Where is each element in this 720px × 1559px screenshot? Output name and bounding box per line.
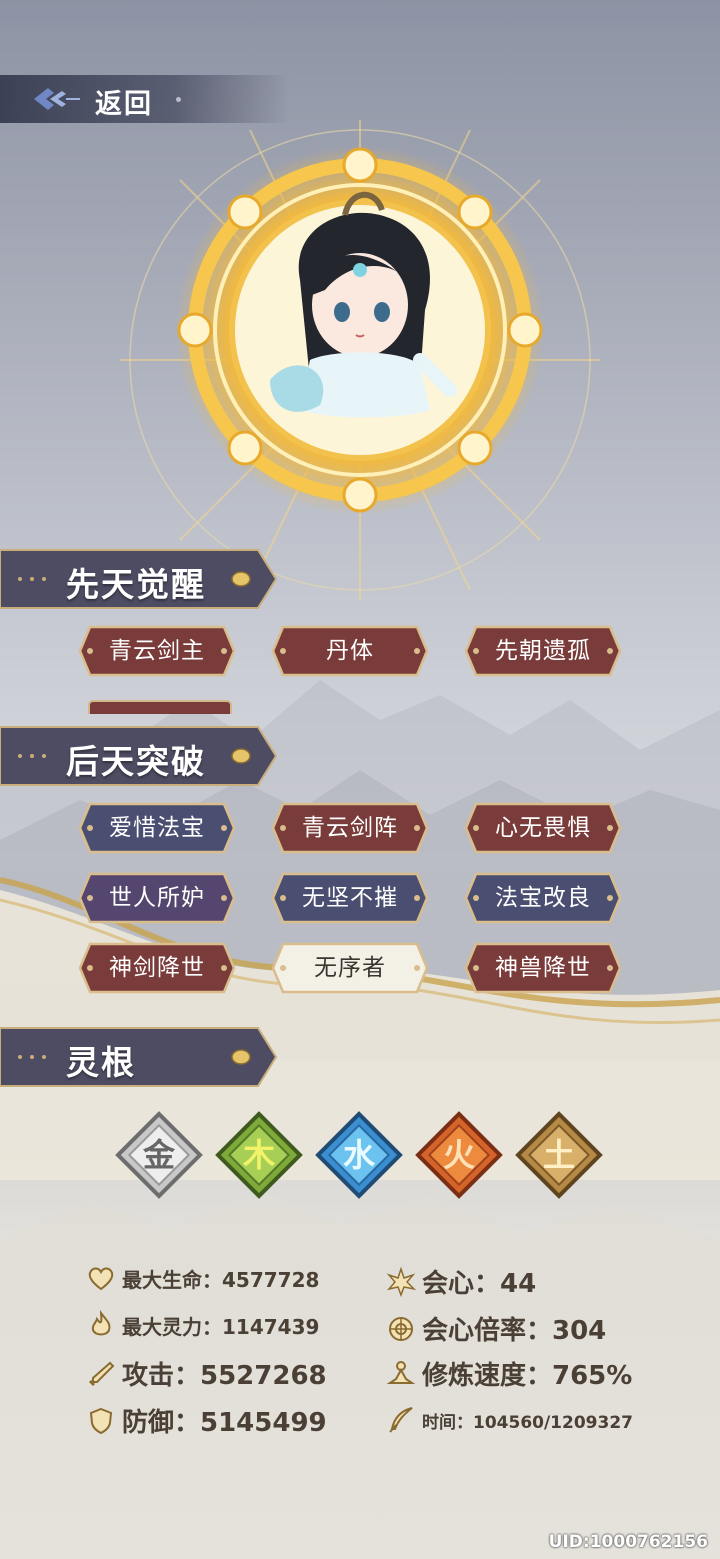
innate-tag[interactable]: 丹体: [271, 624, 429, 678]
wood-root-icon[interactable]: 木: [212, 1108, 306, 1202]
acquired-tag[interactable]: 神兽降世: [464, 941, 622, 995]
innate-tag[interactable]: 青云剑主: [78, 624, 236, 678]
section-header-innate: 先天觉醒: [0, 548, 278, 610]
character-portrait[interactable]: [120, 120, 600, 600]
heart-icon: [88, 1267, 114, 1291]
acquired-tag[interactable]: 青云剑阵: [271, 801, 429, 855]
back-arrow-icon: [34, 88, 80, 110]
feather-icon: [389, 1407, 413, 1433]
meditation-icon: [386, 1360, 416, 1384]
earth-root-icon[interactable]: 土: [512, 1108, 606, 1202]
stat-max-mana: 最大灵力：1147439: [86, 1310, 319, 1340]
acquired-tag[interactable]: 无序者: [271, 941, 429, 995]
stat-max-hp: 最大生命：4577728: [86, 1263, 319, 1293]
back-label: 返回: [95, 89, 153, 120]
back-dot: [176, 97, 181, 102]
metal-root-icon[interactable]: 金: [112, 1108, 206, 1202]
target-icon: [389, 1316, 413, 1341]
burst-icon: [386, 1266, 416, 1297]
acquired-tag[interactable]: 无坚不摧: [271, 871, 429, 925]
section-title: 先天觉醒: [66, 565, 206, 604]
stat-cultivation-speed: 修炼速度：765%: [386, 1355, 632, 1392]
back-bar[interactable]: 返回: [0, 75, 290, 123]
stat-attack: 攻击：5527268: [86, 1355, 327, 1392]
innate-tag[interactable]: 先朝遗孤: [464, 624, 622, 678]
section-title: 后天突破: [66, 742, 206, 781]
uid-label: UID:1000762156: [548, 1532, 708, 1552]
acquired-tag[interactable]: 神剑降世: [78, 941, 236, 995]
stat-crit-rate: 会心倍率：304: [386, 1310, 606, 1347]
acquired-tag[interactable]: 爱惜法宝: [78, 801, 236, 855]
stat-defense: 防御：5145499: [86, 1402, 327, 1439]
section-title: 灵根: [66, 1043, 136, 1082]
acquired-tag[interactable]: 法宝改良: [464, 871, 622, 925]
acquired-tag[interactable]: 世人所妒: [78, 871, 236, 925]
section-header-spirit-root: 灵根: [0, 1026, 278, 1088]
stat-crit: 会心：44: [386, 1263, 536, 1300]
acquired-tag[interactable]: 心无畏惧: [464, 801, 622, 855]
stat-time: 时间：104560/1209327: [386, 1405, 633, 1435]
sword-icon: [88, 1361, 115, 1386]
innate-tag-partial[interactable]: [88, 700, 232, 714]
fire-root-icon[interactable]: 火: [412, 1108, 506, 1202]
shield-icon: [89, 1407, 113, 1434]
water-root-icon[interactable]: 水: [312, 1108, 406, 1202]
flame-icon: [91, 1310, 111, 1336]
section-header-acquired: 后天突破: [0, 725, 278, 787]
